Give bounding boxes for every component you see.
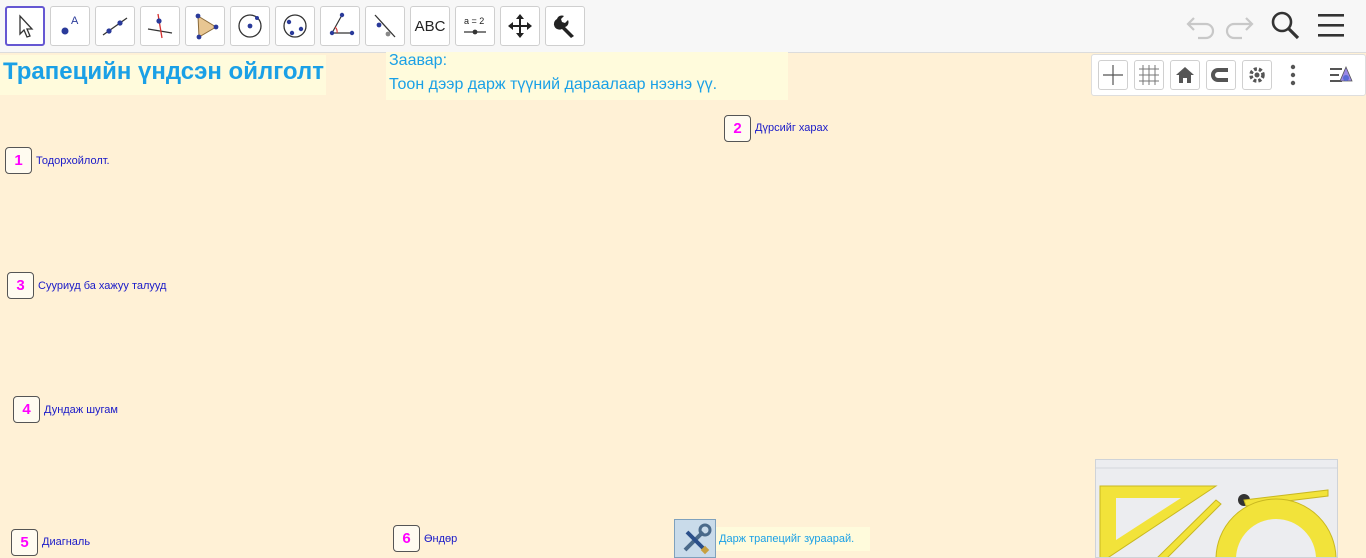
reflect-tool-button[interactable] [365,6,405,46]
section-button-5[interactable]: 5 [11,529,38,556]
redo-button[interactable] [1222,8,1256,47]
section-button-1[interactable]: 1 [5,147,32,174]
move-arrows-icon [508,14,532,38]
view-menu-button[interactable] [1326,60,1356,90]
page-title: Трапецийн үндсэн ойлголт [3,58,324,85]
ruler-protractor-image [1096,460,1337,557]
section-button-6[interactable]: 6 [393,525,420,552]
ellipse-icon [283,14,307,38]
toolbar: A ABC a = 2 [0,0,1366,53]
tools-icon [683,523,712,555]
circle-center-icon [238,14,262,38]
section-label-3: Сууриуд ба хажуу талууд [38,280,167,292]
svg-text:A: A [71,15,79,27]
instruction-label: Заавар: [389,52,448,69]
drawing-tools-photo [1095,459,1338,558]
conic-tool-button[interactable] [275,6,315,46]
instruction-text: Тоон дээр дарж түүний дараалаар нээнэ үү… [389,76,718,93]
section-label-5: Диагналь [42,536,91,548]
section-label-2: Дүрсийг харах [755,122,829,134]
graphics-settings-button[interactable] [1242,60,1272,90]
circle-tool-button[interactable] [230,6,270,46]
text-icon: ABC [414,17,446,35]
pointer-icon [19,14,34,38]
grid-icon [1139,65,1159,85]
perpendicular-line-tool-button[interactable] [140,6,180,46]
section-label-6: Өндөр [424,533,458,545]
standard-view-button[interactable] [1170,60,1200,90]
line-icon [102,17,128,36]
tools-settings-button[interactable] [545,6,585,46]
home-icon [1176,67,1194,83]
section-label-1: Тодорхойлолт. [36,155,110,167]
line-tool-button[interactable] [95,6,135,46]
point-tool-button[interactable]: A [50,6,90,46]
graphics-style-bar [1091,54,1366,96]
redo-icon [1225,17,1254,40]
wrench-icon [553,15,574,38]
section-label-4: Дундаж шугам [44,404,118,416]
draw-trapezoid-label: Дарж трапецийг зураарай. [716,527,870,551]
angle-tool-button[interactable] [320,6,360,46]
move-graphics-view-tool-button[interactable] [500,6,540,46]
angle-icon [329,12,355,36]
point-capturing-button[interactable] [1206,60,1236,90]
point-icon: A [61,15,79,35]
text-tool-button[interactable]: ABC [410,6,450,46]
section-button-4[interactable]: 4 [13,396,40,423]
axes-icon [1103,65,1123,85]
toggle-axes-button[interactable] [1098,60,1128,90]
undo-button[interactable] [1184,8,1218,47]
search-button[interactable] [1268,8,1302,47]
main-menu-button[interactable] [1315,8,1349,47]
slider-tool-button[interactable]: a = 2 [455,6,495,46]
slider-icon: a = 2 [464,16,486,35]
menu-icon [1318,14,1344,37]
move-tool-button[interactable] [5,6,45,46]
more-options-button[interactable] [1278,60,1308,90]
polygon-tool-button[interactable] [185,6,225,46]
reflect-icon [374,14,396,38]
more-vertical-icon [1290,64,1296,86]
draw-trapezoid-button[interactable] [674,519,716,558]
search-icon [1271,11,1300,40]
view-menu-icon [1330,65,1353,82]
section-button-3[interactable]: 3 [7,272,34,299]
svg-text:a = 2: a = 2 [464,16,484,26]
perpendicular-icon [147,13,173,39]
section-button-2[interactable]: 2 [724,115,751,142]
toggle-grid-button[interactable] [1134,60,1164,90]
gear-icon [1249,67,1265,83]
polygon-icon [195,13,219,40]
undo-icon [1186,17,1215,40]
magnet-icon [1211,68,1228,82]
